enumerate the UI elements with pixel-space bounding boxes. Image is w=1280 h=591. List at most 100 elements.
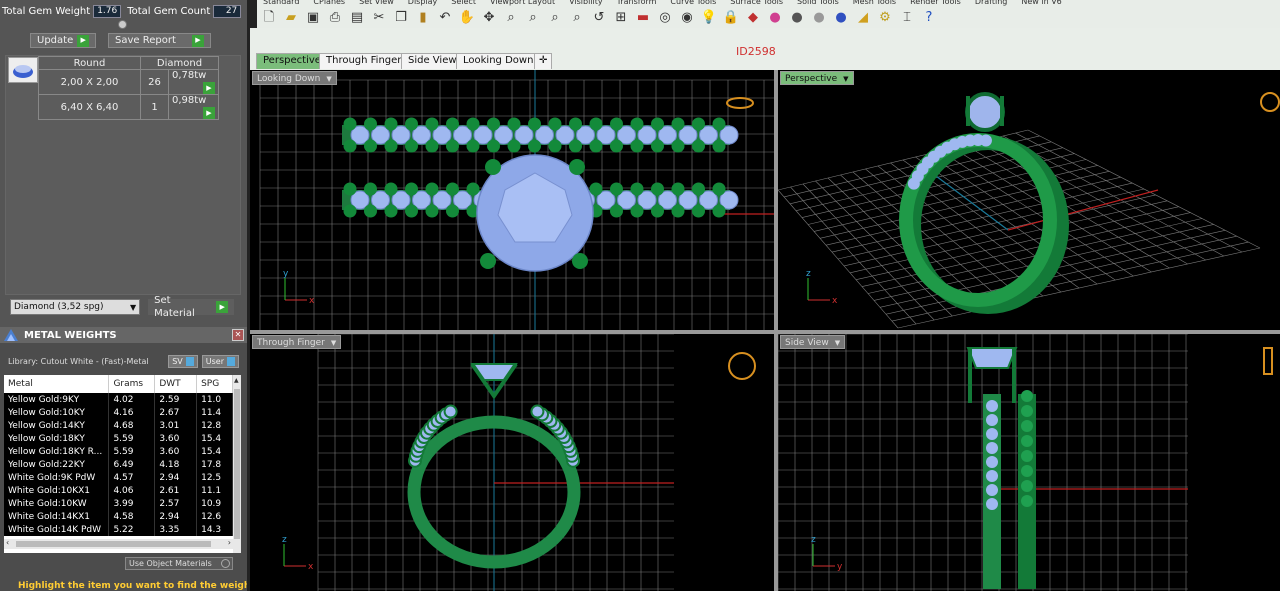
tab-side-view[interactable]: Side View (401, 53, 464, 69)
side-bead (1021, 480, 1033, 492)
sv-button[interactable]: SV (168, 355, 198, 368)
undo-view-icon[interactable]: ↺ (589, 9, 609, 27)
four-view-icon[interactable]: ⊞ (611, 9, 631, 27)
table-row[interactable]: 6,40 X 6,40 1 0,98tw ▶ (38, 94, 219, 120)
scroll-left-icon[interactable]: ‹ (6, 538, 9, 547)
open-folder-icon[interactable]: ▰ (281, 9, 301, 27)
scroll-up-icon[interactable]: ▲ (234, 377, 239, 384)
update-button[interactable]: Update ▶ (30, 33, 97, 48)
horizontal-scrollbar[interactable]: ‹ › (4, 538, 233, 549)
table-row[interactable]: 2,00 X 2,00 26 0,78tw ▶ (38, 69, 219, 95)
zoom-selected-icon[interactable]: ⌕ (567, 9, 587, 27)
viewport-title-side-view[interactable]: Side View ▼ (780, 335, 846, 349)
viewport-title-looking-down[interactable]: Looking Down ▼ (252, 71, 337, 85)
menu-item[interactable]: Display (408, 0, 438, 8)
viewport-perspective[interactable]: Perspective ▼ xz (778, 70, 1280, 330)
menu-item[interactable]: Surface Tools (730, 0, 783, 8)
viewport-side-view[interactable]: Side View ▼ yz (778, 334, 1280, 591)
menu-item[interactable]: CPlanes (313, 0, 345, 8)
table-row[interactable]: White Gold:14K PdW 5.22 3.35 14.3 (4, 523, 233, 536)
add-tab-icon[interactable]: ✛ (534, 53, 553, 69)
use-object-materials-toggle[interactable]: Use Object Materials (125, 557, 233, 570)
viewport-through-finger[interactable]: Through Finger ▼ xz (250, 334, 774, 591)
paste-icon[interactable]: ▮ (413, 9, 433, 27)
color-wheel-icon[interactable]: ● (765, 9, 785, 27)
prong-bead (712, 139, 726, 153)
table-row[interactable]: White Gold:14KX1 4.58 2.94 12.6 (4, 510, 233, 523)
save-report-button[interactable]: Save Report ▶ (108, 33, 211, 48)
undo-icon[interactable]: ↶ (435, 9, 455, 27)
panel-resize-handle[interactable] (118, 20, 127, 29)
spg-column-header[interactable]: SPG (196, 375, 233, 393)
lock-icon[interactable]: 🔒 (721, 9, 741, 27)
menu-item[interactable]: Render Tools (910, 0, 961, 8)
shade-sphere-icon[interactable]: ● (809, 9, 829, 27)
through-finger-canvas: xz (282, 334, 756, 591)
table-row[interactable]: White Gold:9K PdW 4.57 2.94 12.5 (4, 471, 233, 484)
tab-through-finger[interactable]: Through Finger (319, 53, 409, 69)
material-sphere-icon[interactable]: ● (831, 9, 851, 27)
pan-hand-icon[interactable]: ✋ (457, 9, 477, 27)
menu-item[interactable]: New in V6 (1021, 0, 1061, 8)
print-icon[interactable]: ⎙ (325, 9, 345, 27)
grams-column-header[interactable]: Grams (108, 375, 156, 393)
vertical-scrollbar[interactable]: ▲ (233, 375, 241, 553)
options-gear-icon[interactable]: ⚙ (875, 9, 895, 27)
rotate-view-icon[interactable]: ✥ (479, 9, 499, 27)
gem-count: 26 (140, 69, 169, 95)
export-icon[interactable]: ▤ (347, 9, 367, 27)
menu-item[interactable]: Transform (617, 0, 657, 8)
table-row[interactable]: Yellow Gold:22KY 6.49 4.18 17.8 (4, 458, 233, 471)
layer-icon[interactable]: ◆ (743, 9, 763, 27)
menu-item[interactable]: Visibility (569, 0, 603, 8)
zoom-extents-icon[interactable]: ⌕ (545, 9, 565, 27)
new-file-icon[interactable]: 🗋 (259, 9, 279, 27)
viewport-title-through-finger[interactable]: Through Finger ▼ (252, 335, 342, 349)
object-snap-icon[interactable]: ◎ (655, 9, 675, 27)
snap-icon[interactable]: ◉ (677, 9, 697, 27)
render-sphere-icon[interactable]: ● (787, 9, 807, 27)
material-select[interactable]: Diamond (3,52 spg) ▼ (10, 299, 141, 315)
zoom-icon[interactable]: ⌕ (501, 9, 521, 27)
metal-column-header[interactable]: Metal (4, 375, 110, 393)
menu-item[interactable]: Set View (359, 0, 394, 8)
scroll-right-icon[interactable]: › (228, 538, 231, 547)
table-row[interactable]: Yellow Gold:14KY 4.68 3.01 12.8 (4, 419, 233, 432)
menu-item[interactable]: Standard (263, 0, 299, 8)
dimension-icon[interactable]: ⌶ (897, 9, 917, 27)
flashlight-icon[interactable]: ◢ (853, 9, 873, 27)
table-row[interactable]: White Gold:10KX1 4.06 2.61 11.1 (4, 484, 233, 497)
table-row[interactable]: White Gold:10KW 3.99 2.57 10.9 (4, 497, 233, 510)
zoom-window-icon[interactable]: ⌕ (523, 9, 543, 27)
dwt-column-header[interactable]: DWT (154, 375, 198, 393)
car-icon[interactable]: ▬ (633, 9, 653, 27)
menu-item[interactable]: Curve Tools (670, 0, 716, 8)
prong-bead (630, 139, 644, 153)
tab-looking-down[interactable]: Looking Down (456, 53, 541, 69)
user-button[interactable]: User (201, 355, 239, 368)
metal-name: Yellow Gold:9KY (4, 393, 110, 406)
viewport-title-perspective[interactable]: Perspective ▼ (780, 71, 854, 85)
close-icon[interactable]: ✕ (232, 329, 244, 341)
menu-item[interactable]: Drafting (975, 0, 1008, 8)
cut-icon[interactable]: ✂ (369, 9, 389, 27)
help-icon[interactable]: ? (919, 9, 939, 27)
copy-icon[interactable]: ❐ (391, 9, 411, 27)
tab-perspective[interactable]: Perspective (256, 53, 328, 69)
table-row[interactable]: Yellow Gold:10KY 4.16 2.67 11.4 (4, 406, 233, 419)
menu-item[interactable]: Viewport Layout (490, 0, 555, 8)
info-icon (227, 357, 235, 366)
menu-item[interactable]: Mesh Tools (853, 0, 896, 8)
menu-item[interactable]: Select (451, 0, 476, 8)
table-row[interactable]: Yellow Gold:9KY 4.02 2.59 11.0 (4, 393, 233, 406)
viewport-looking-down[interactable]: Looking Down ▼ xy (250, 70, 774, 330)
menu-item[interactable]: Solid Tools (797, 0, 839, 8)
table-row[interactable]: Yellow Gold:18KY 5.59 3.60 15.4 (4, 432, 233, 445)
play-icon[interactable]: ▶ (203, 107, 215, 119)
table-row[interactable]: Yellow Gold:18KY R... 5.59 3.60 15.4 (4, 445, 233, 458)
set-material-button[interactable]: Set Material ▶ (148, 295, 234, 319)
play-icon[interactable]: ▶ (203, 82, 215, 94)
save-icon[interactable]: ▣ (303, 9, 323, 27)
light-bulb-icon[interactable]: 💡 (699, 9, 719, 27)
side-bead (1021, 465, 1033, 477)
